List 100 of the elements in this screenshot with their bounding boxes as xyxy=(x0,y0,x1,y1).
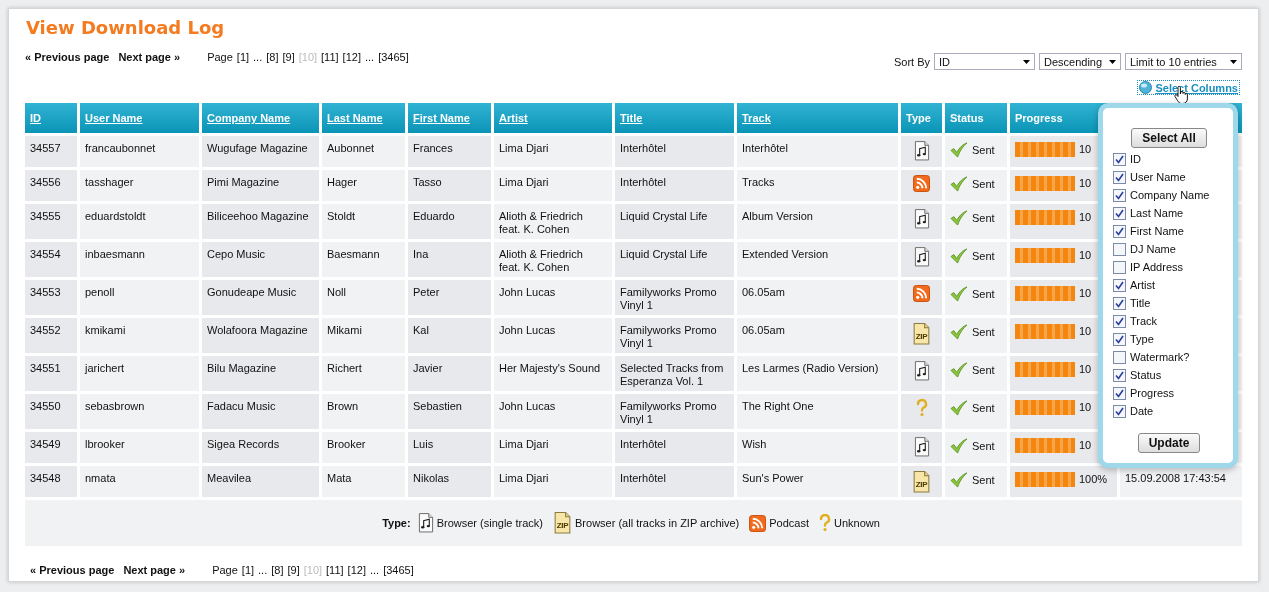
artist-cell: John Lucas xyxy=(494,280,612,315)
column-option-label: Type xyxy=(1130,333,1154,345)
column-option-label: User Name xyxy=(1130,171,1186,183)
check-icon xyxy=(950,286,968,302)
sort-order-dropdown[interactable]: Descending xyxy=(1039,53,1121,70)
checkbox[interactable] xyxy=(1113,170,1126,184)
title-cell: Liquid Crystal Life xyxy=(615,204,734,239)
music-file-icon xyxy=(913,361,930,381)
last-name-cell: Hager xyxy=(322,170,405,201)
check-icon xyxy=(950,400,968,416)
user-name-cell: penoll xyxy=(80,280,199,315)
checkbox[interactable] xyxy=(1113,332,1126,346)
entry-limit-dropdown[interactable]: Limit to 10 entries xyxy=(1125,53,1242,70)
page-link[interactable]: [1] xyxy=(236,51,250,63)
id-cell: 34555 xyxy=(25,204,77,239)
company-name-cell: Fadacu Music xyxy=(202,394,319,429)
legend-item-label: Browser (single track) xyxy=(436,517,543,529)
last-name-cell: Mikami xyxy=(322,318,405,353)
company-name-cell: Bilu Magazine xyxy=(202,356,319,391)
title-cell: Familyworks Promo Vinyl 1 xyxy=(615,394,734,429)
checkbox[interactable] xyxy=(1113,296,1126,310)
column-option-label: Progress xyxy=(1130,387,1175,399)
track-cell: Sun's Power xyxy=(737,466,898,497)
page-link[interactable]: [9] xyxy=(282,51,295,63)
next-page-link[interactable]: Next page » xyxy=(123,564,186,576)
user-name-cell: tasshager xyxy=(80,170,199,201)
progress-percent: 10 xyxy=(1079,143,1092,156)
first-name-cell: Nikolas xyxy=(408,466,491,497)
artist-cell: Lima Djari xyxy=(494,432,612,463)
caret-icon xyxy=(1230,59,1237,64)
previous-page-link[interactable]: « Previous page xyxy=(30,564,115,576)
first-name-cell: Eduardo xyxy=(408,204,491,239)
id-cell: 34549 xyxy=(25,432,77,463)
track-cell: Extended Version xyxy=(737,242,898,277)
column-header: Status xyxy=(950,112,984,124)
page-link[interactable]: [3465] xyxy=(383,564,414,576)
page-link[interactable]: [3465] xyxy=(378,51,409,63)
page-link[interactable]: [9] xyxy=(287,564,300,576)
first-name-cell: Frances xyxy=(408,136,491,167)
column-header: Progress xyxy=(1015,112,1063,124)
artist-cell: Lima Djari xyxy=(494,466,612,497)
question-mark-icon xyxy=(915,399,928,417)
page-link[interactable]: [11] xyxy=(321,51,339,63)
status-text: Sent xyxy=(972,287,995,301)
update-button[interactable]: Update xyxy=(1137,433,1201,453)
caret-icon xyxy=(1109,59,1116,64)
checkbox[interactable] xyxy=(1113,278,1126,292)
checkbox[interactable] xyxy=(1113,368,1126,382)
progress-percent: 10 xyxy=(1079,249,1092,262)
page-link[interactable]: [8] xyxy=(266,51,279,63)
checkbox[interactable] xyxy=(1113,386,1126,400)
check-icon xyxy=(950,210,968,226)
music-file-icon xyxy=(417,513,434,533)
page-link[interactable]: [11] xyxy=(326,564,344,576)
checkbox[interactable] xyxy=(1113,206,1126,220)
company-name-cell: Wolafoora Magazine xyxy=(202,318,319,353)
rss-icon xyxy=(913,175,930,192)
checkbox[interactable] xyxy=(1113,224,1126,238)
track-cell: 06.05am xyxy=(737,280,898,315)
page-link[interactable]: [8] xyxy=(271,564,284,576)
user-name-cell: inbaesmann xyxy=(80,242,199,277)
artist-cell: John Lucas xyxy=(494,394,612,429)
title-cell: Interhôtel xyxy=(615,136,734,167)
legend-item-label: Podcast xyxy=(769,517,809,529)
status-text: Sent xyxy=(972,325,995,339)
page-link[interactable]: [1] xyxy=(241,564,255,576)
checkbox[interactable] xyxy=(1113,152,1126,166)
status-text: Sent xyxy=(972,363,995,377)
next-page-link[interactable]: Next page » xyxy=(118,51,181,63)
page-link[interactable]: [12] xyxy=(347,564,366,576)
user-name-cell: lbrooker xyxy=(80,432,199,463)
legend-label: Type: xyxy=(382,517,411,529)
title-cell: Interhôtel xyxy=(615,170,734,201)
music-file-icon xyxy=(913,437,930,457)
id-cell: 34548 xyxy=(25,466,77,497)
last-name-cell: Aubonnet xyxy=(322,136,405,167)
checkbox[interactable] xyxy=(1113,260,1126,274)
company-name-cell: Biliceehoo Magazine xyxy=(202,204,319,239)
checkbox[interactable] xyxy=(1113,188,1126,202)
checkbox[interactable] xyxy=(1113,314,1126,328)
checkbox[interactable] xyxy=(1113,350,1126,364)
check-icon xyxy=(950,472,968,488)
last-name-cell: Brooker xyxy=(322,432,405,463)
music-file-icon xyxy=(913,247,930,267)
first-name-cell: Kal xyxy=(408,318,491,353)
checkbox[interactable] xyxy=(1113,242,1126,256)
track-cell: Album Version xyxy=(737,204,898,239)
status-text: Sent xyxy=(972,177,995,191)
sort-field-dropdown[interactable]: ID xyxy=(934,53,1035,70)
checkbox[interactable] xyxy=(1113,404,1126,418)
artist-cell: Alioth & Friedrich feat. K. Cohen xyxy=(494,242,612,277)
column-option-label: First Name xyxy=(1130,225,1184,237)
select-all-button[interactable]: Select All xyxy=(1131,128,1207,148)
page-link[interactable]: [12] xyxy=(342,51,361,63)
track-cell: 06.05am xyxy=(737,318,898,353)
column-option-label: ID xyxy=(1130,153,1141,165)
first-name-cell: Ina xyxy=(408,242,491,277)
previous-page-link[interactable]: « Previous page xyxy=(25,51,110,63)
column-header: Type xyxy=(906,112,931,124)
check-icon xyxy=(950,324,968,340)
